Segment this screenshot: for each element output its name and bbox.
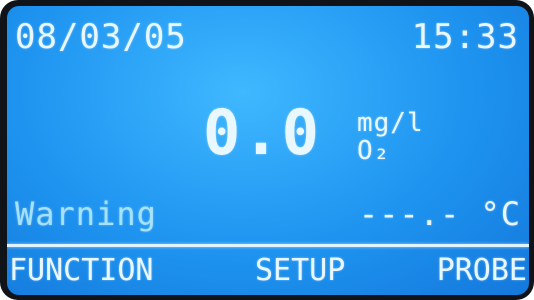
time-display: 15:33 — [411, 17, 519, 57]
setup-softkey[interactable]: SETUP — [255, 256, 345, 286]
lcd-screen: 08/03/05 15:33 0.0 mg/l O₂ Warning ---.-… — [7, 6, 529, 295]
oxygen-reading-value: 0.0 — [203, 96, 321, 169]
probe-softkey[interactable]: PROBE — [437, 256, 527, 286]
temperature-display: ---.- °C — [358, 195, 521, 233]
reading-parameter: O₂ — [357, 136, 391, 166]
softkey-bar: FUNCTION SETUP PROBE — [7, 252, 529, 292]
softkey-divider — [7, 244, 529, 247]
reading-unit: mg/l — [357, 108, 424, 138]
warning-indicator: Warning — [15, 195, 157, 233]
date-display: 08/03/05 — [15, 17, 187, 57]
function-softkey[interactable]: FUNCTION — [9, 256, 154, 286]
device-bezel: 08/03/05 15:33 0.0 mg/l O₂ Warning ---.-… — [0, 0, 534, 300]
